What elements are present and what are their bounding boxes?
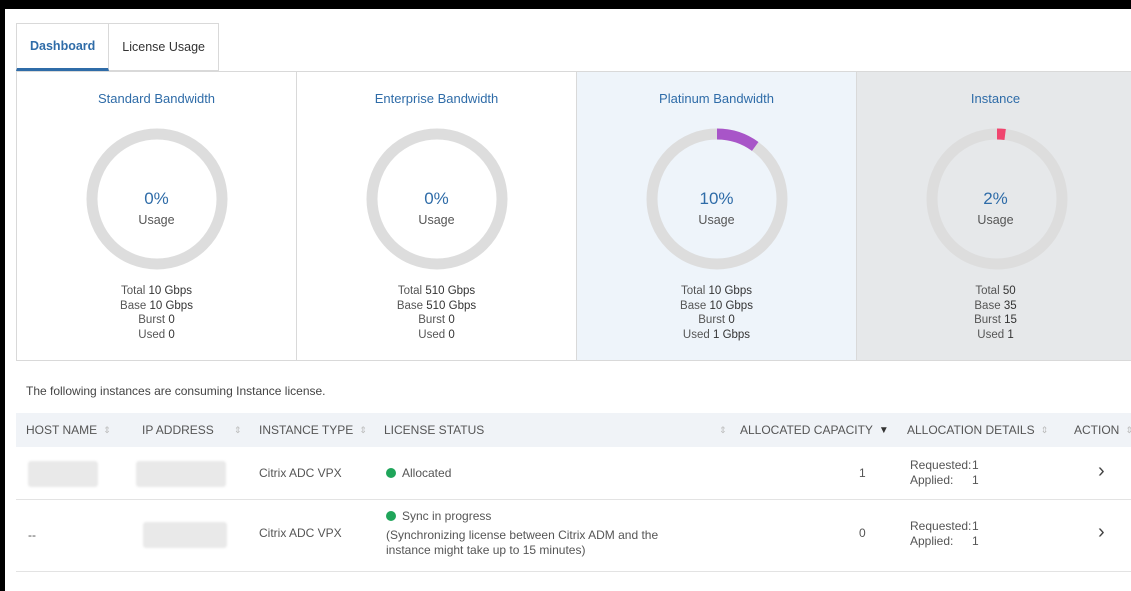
used-label: Used [418,328,446,341]
used-value: 1 [1007,328,1014,341]
card-stats: Total 510 Gbps Base 510 Gbps Burst 0 Use… [297,284,576,342]
used-value: 0 [168,328,175,341]
usage-percent: 10% [699,189,734,208]
card-title[interactable]: Standard Bandwidth [17,91,296,106]
ip-address-redacted [136,461,226,487]
burst-label: Burst [418,314,446,326]
card-stats: Total 10 Gbps Base 10 Gbps Burst 0 Used … [577,284,856,342]
sort-icon[interactable]: ⇕ [719,425,727,436]
host-name-redacted [28,461,98,487]
allocated-capacity: 1 [859,466,866,480]
sort-icon[interactable]: ⇕ [359,425,367,436]
used-label: Used [977,328,1005,341]
license-status: Allocated [386,466,451,480]
base-value: 10 Gbps [149,299,193,312]
sort-descending-icon[interactable]: ▼ [879,425,889,436]
usage-label: Usage [977,213,1014,227]
sort-icon[interactable]: ⇕ [103,425,111,436]
column-allocated-capacity[interactable]: ALLOCATED CAPACITY ▼ [740,413,889,447]
used-value: 1 Gbps [712,328,751,341]
burst-label: Burst [698,314,726,326]
total-label: Total [681,285,706,297]
total-label: Total [975,285,1000,297]
card-standard-bandwidth[interactable]: Standard Bandwidth 0% Usage Total 10 Gbp… [17,72,297,360]
base-value: 35 [1003,299,1017,312]
allocated-capacity: 0 [859,526,866,540]
column-ip-address[interactable]: IP ADDRESS ⇕ [142,413,241,447]
column-license-status[interactable]: LICENSE STATUS [384,413,484,447]
dashboard-page: Dashboard License Usage Standard Bandwid… [5,9,1131,591]
status-dot-icon [386,468,396,478]
allocation-details: Requested: 1 Applied: 1 [910,519,979,548]
card-title[interactable]: Instance [857,91,1131,106]
burst-label: Burst [974,314,1001,326]
instance-type: Citrix ADC VPX [259,526,342,540]
window-frame-top [0,0,1131,9]
status-note: (Synchronizing license between Citrix AD… [386,528,659,542]
burst-value: 0 [168,314,175,326]
column-action[interactable]: ACTION ⇕ [1074,413,1131,447]
tab-license-usage[interactable]: License Usage [109,23,219,71]
chevron-right-icon[interactable]: › [1098,521,1105,544]
donut-usage-arc [996,128,1006,140]
license-cards: Standard Bandwidth 0% Usage Total 10 Gbp… [16,71,1131,361]
base-label: Base [120,299,147,312]
base-label: Base [680,299,707,312]
used-label: Used [138,328,166,341]
usage-label: Usage [418,213,455,227]
card-enterprise-bandwidth[interactable]: Enterprise Bandwidth 0% Usage Total 510 … [297,72,577,360]
burst-value: 0 [728,314,735,326]
host-name: -- [28,528,36,542]
column-host-name[interactable]: HOST NAME ⇕ [26,413,111,447]
base-label: Base [396,299,424,312]
usage-percent: 0% [144,189,169,208]
burst-value: 15 [1004,314,1017,326]
card-platinum-bandwidth[interactable]: Platinum Bandwidth 10% Usage Total 10 Gb… [577,72,857,360]
donut-usage-arc [716,128,759,151]
total-value: 510 Gbps [425,285,476,297]
sort-icon[interactable]: ⇕ [1041,425,1049,436]
base-label: Base [974,299,1001,312]
ip-address-redacted [143,522,227,548]
table-row[interactable]: -- Citrix ADC VPX Sync in progress (Sync… [16,500,1131,572]
used-label: Used [682,328,710,341]
allocation-details: Requested: 1 Applied: 1 [910,458,979,487]
table-row[interactable]: Citrix ADC VPX Allocated 1 Requested: 1 A… [16,447,1131,500]
chevron-right-icon[interactable]: › [1098,460,1105,483]
card-title[interactable]: Enterprise Bandwidth [297,91,576,106]
total-label: Total [397,285,423,297]
card-stats: Total 50 Base 35 Burst 15 Used 1 [857,284,1131,342]
tab-dashboard[interactable]: Dashboard [16,23,110,71]
column-allocation-details[interactable]: ALLOCATION DETAILS ⇕ [907,413,1048,447]
usage-percent: 0% [424,189,449,208]
table-caption: The following instances are consuming In… [26,384,326,398]
usage-label: Usage [698,213,735,227]
card-title[interactable]: Platinum Bandwidth [577,91,856,106]
column-license-status-sort[interactable]: ⇕ [713,413,727,447]
burst-value: 0 [448,314,455,326]
table-header: HOST NAME ⇕ IP ADDRESS ⇕ INSTANCE TYPE ⇕ LI… [16,413,1131,447]
burst-label: Burst [138,314,166,326]
used-value: 0 [448,328,455,341]
sort-icon[interactable]: ⇕ [1125,425,1131,436]
column-instance-type[interactable]: INSTANCE TYPE ⇕ [259,413,367,447]
usage-label: Usage [138,213,175,227]
total-label: Total [121,285,146,297]
status-dot-icon [386,511,396,521]
instances-table: HOST NAME ⇕ IP ADDRESS ⇕ INSTANCE TYPE ⇕ LI… [16,413,1131,572]
instance-type: Citrix ADC VPX [259,466,342,480]
usage-percent: 2% [983,189,1008,208]
tab-bar: Dashboard License Usage [16,23,219,71]
base-value: 10 Gbps [709,299,753,312]
status-note: instance might take up to 15 minutes) [386,543,586,557]
sort-icon[interactable]: ⇕ [234,425,242,436]
total-value: 50 [1002,285,1016,297]
card-stats: Total 10 Gbps Base 10 Gbps Burst 0 Used … [17,284,296,342]
card-instance[interactable]: Instance 2% Usage Total 50 Base 35 Burst… [857,72,1131,360]
total-value: 10 Gbps [708,285,752,297]
base-value: 510 Gbps [426,299,477,312]
total-value: 10 Gbps [148,285,192,297]
license-status: Sync in progress (Synchronizing license … [386,509,659,557]
